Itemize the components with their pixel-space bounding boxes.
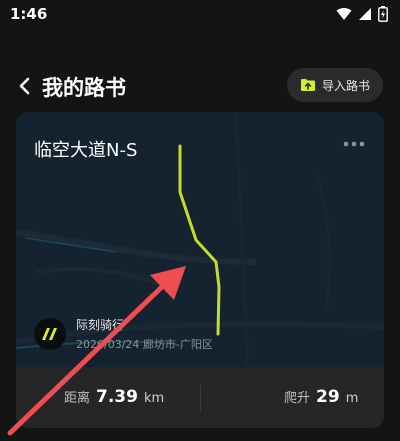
stats-bar: 距离 7.39 km 爬升 29 m — [16, 367, 384, 428]
climb-label: 爬升 — [284, 391, 311, 406]
status-time: 1:46 — [10, 5, 48, 23]
route-meta: 2026/03/24 廊坊市-广阳区 — [76, 338, 213, 351]
back-button[interactable] — [14, 74, 36, 98]
page-title: 我的路书 — [42, 76, 126, 100]
distance-unit: km — [143, 391, 165, 406]
distance-value: 7.39 — [96, 387, 138, 407]
import-folder-icon — [300, 79, 315, 91]
climb-unit: m — [345, 391, 359, 406]
distance-stat: 距离 7.39 km — [64, 387, 164, 407]
route-card[interactable]: 临空大道N-S 际刻骑行 2026/03/24 廊坊市-广阳区 距离 7.39 … — [16, 112, 384, 428]
battery-icon — [378, 6, 388, 22]
status-icons — [336, 6, 388, 22]
stats-divider — [200, 385, 201, 411]
status-bar: 1:46 — [0, 0, 400, 30]
signal-icon — [359, 8, 371, 20]
brand-logo-icon — [42, 328, 57, 340]
chevron-left-icon — [19, 77, 30, 95]
route-name: 临空大道N-S — [34, 140, 138, 161]
creator-name: 际刻骑行 — [76, 318, 125, 332]
climb-value: 29 — [316, 387, 340, 407]
more-dots-icon — [343, 141, 365, 147]
more-options-button[interactable] — [342, 136, 366, 150]
import-route-button[interactable]: 导入路书 — [287, 68, 383, 102]
import-route-label: 导入路书 — [321, 78, 370, 93]
wifi-icon — [336, 8, 352, 20]
route-map: 临空大道N-S 际刻骑行 2026/03/24 廊坊市-广阳区 — [16, 112, 384, 368]
page-header: 我的路书 导入路书 — [0, 60, 400, 112]
distance-label: 距离 — [64, 391, 91, 406]
creator-avatar — [34, 318, 66, 350]
climb-stat: 爬升 29 m — [284, 387, 358, 407]
